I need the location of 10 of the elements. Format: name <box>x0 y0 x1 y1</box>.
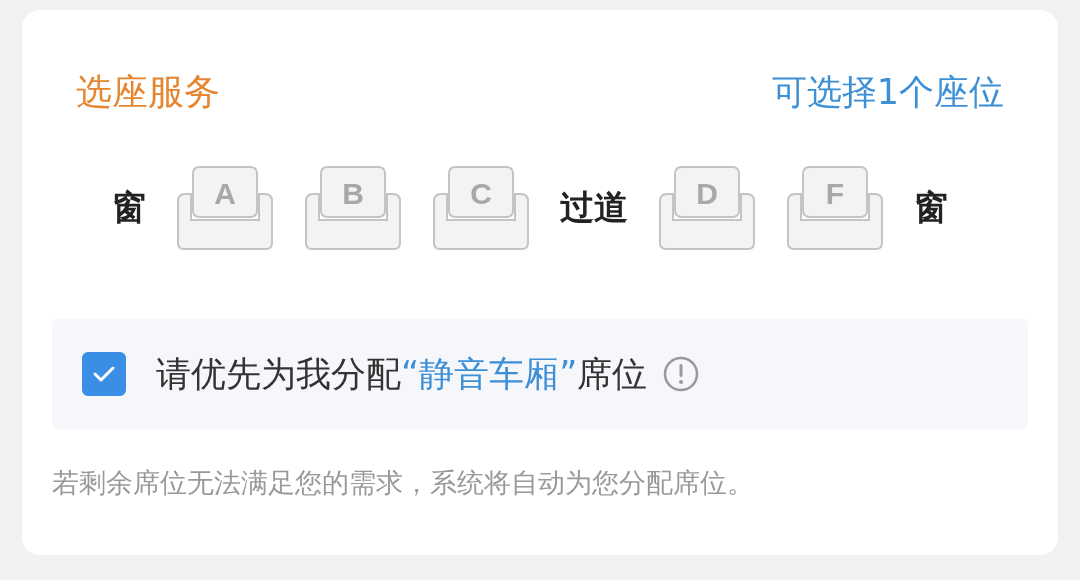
info-icon[interactable] <box>663 356 700 392</box>
seat-count-text: 可选择1个座位 <box>771 71 1004 114</box>
note-text: 若剩余席位无法满足您的需求，系统将自动为您分配席位。 <box>52 466 755 500</box>
section-title: 选座服务 <box>76 70 220 114</box>
seat-row-label: 过道 <box>560 186 628 229</box>
seat-row-label: 窗 <box>914 186 948 229</box>
check-icon <box>92 364 116 384</box>
option-label: 请优先为我分配“静音车厢”席位 <box>156 352 648 396</box>
seat-row-label: 窗 <box>112 186 146 229</box>
checkbox[interactable] <box>82 352 126 396</box>
